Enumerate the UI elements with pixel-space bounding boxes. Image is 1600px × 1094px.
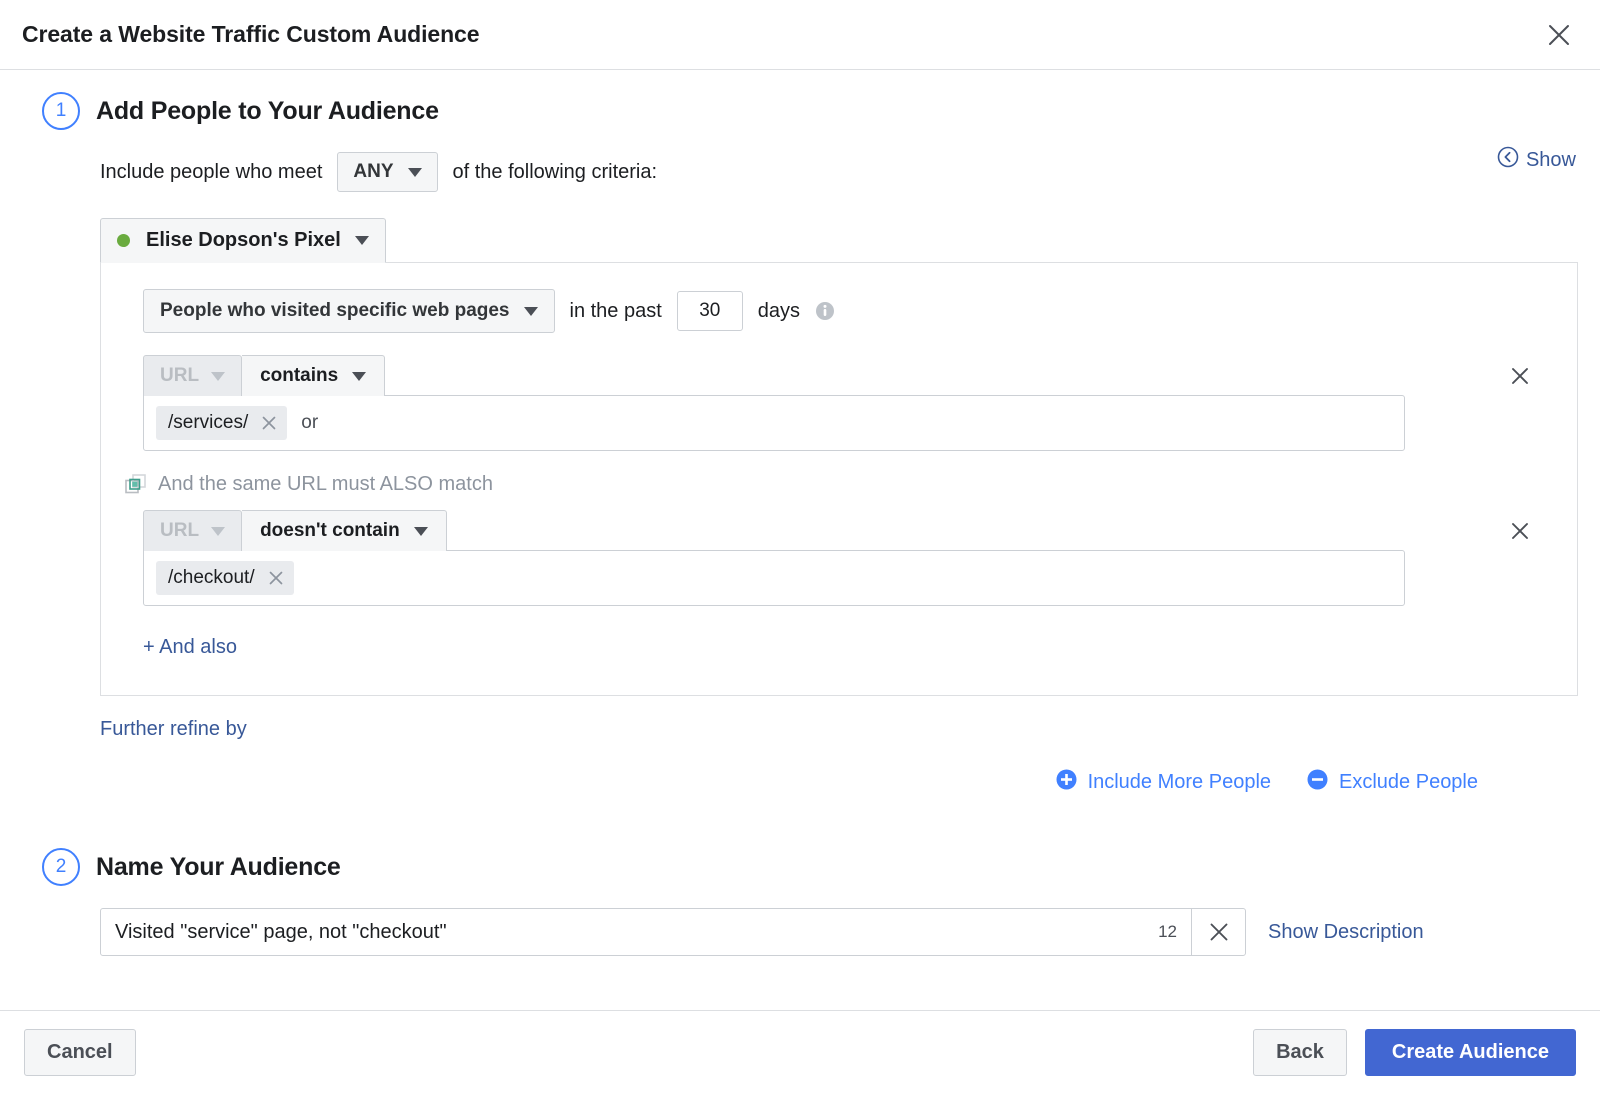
match-criteria-row: Include people who meet ANY of the follo… (100, 152, 1578, 192)
info-icon[interactable] (815, 301, 835, 321)
match-operator-dropdown[interactable]: ANY (337, 152, 437, 192)
filter-2-token-remove-icon[interactable] (268, 570, 284, 586)
filter-1-operator-label: contains (260, 365, 338, 387)
cancel-button[interactable]: Cancel (24, 1029, 136, 1076)
rule-definition-box: People who visited specific web pages in… (100, 262, 1578, 696)
event-type-dropdown[interactable]: People who visited specific web pages (143, 289, 555, 333)
filter-2-field-label: URL (160, 520, 199, 542)
audience-name-input[interactable] (101, 909, 1152, 955)
minus-circle-icon (1307, 769, 1328, 796)
step-2-section: 2 Name Your Audience 12 Show Description (22, 848, 1578, 956)
filter-1-operator-dropdown[interactable]: contains (242, 355, 385, 396)
filter-1-token-remove-icon[interactable] (261, 415, 277, 431)
filter-1-tabs: URL contains (143, 355, 1553, 396)
match-operator-value: ANY (353, 161, 393, 183)
filter-1-remove-icon[interactable] (1505, 361, 1535, 391)
also-match-label: And the same URL must ALSO match (158, 473, 493, 496)
filter-2-tabs: URL doesn't contain (143, 510, 1553, 551)
chevron-down-icon (352, 372, 366, 381)
exclude-people-label: Exclude People (1339, 771, 1478, 794)
page-title: Create a Website Traffic Custom Audience (22, 21, 479, 48)
filter-1-field-label: URL (160, 365, 199, 387)
audience-name-field[interactable]: 12 (100, 908, 1246, 956)
filter-1-token: /services/ (156, 406, 287, 440)
step-1-title: Add People to Your Audience (96, 97, 439, 126)
step-1-number: 1 (42, 92, 80, 130)
further-refine-link[interactable]: Further refine by (100, 718, 247, 741)
plus-circle-icon (1056, 769, 1077, 796)
and-also-button[interactable]: + And also (143, 636, 237, 659)
audience-name-char-count: 12 (1152, 909, 1191, 955)
filter-2-operator-dropdown[interactable]: doesn't contain (242, 510, 447, 551)
pixel-source-name: Elise Dopson's Pixel (146, 229, 341, 252)
pixel-rule-group: Elise Dopson's Pixel People who visited … (100, 218, 1578, 696)
chevron-down-icon (524, 307, 538, 316)
filter-2-token-input[interactable]: /checkout/ (143, 550, 1405, 606)
step-2-title: Name Your Audience (96, 853, 341, 882)
show-toggle-button[interactable]: Show (1497, 146, 1576, 174)
filter-2-remove-icon[interactable] (1505, 516, 1535, 546)
retention-days-label: days (758, 300, 800, 323)
dialog-footer: Cancel Back Create Audience (0, 1010, 1600, 1094)
exclude-people-button[interactable]: Exclude People (1307, 769, 1478, 796)
audience-name-row: 12 Show Description (100, 908, 1578, 956)
filter-2-field-dropdown[interactable]: URL (143, 510, 242, 551)
audience-name-clear-icon[interactable] (1191, 909, 1245, 955)
retention-prefix-label: in the past (570, 300, 662, 323)
dialog-body: Show 1 Add People to Your Audience Inclu… (0, 70, 1600, 1010)
filter-row-1: URL contains (143, 355, 1553, 451)
pixel-source-dropdown[interactable]: Elise Dopson's Pixel (100, 218, 386, 263)
filter-1-field-dropdown[interactable]: URL (143, 355, 242, 396)
chevron-down-icon (408, 168, 422, 177)
create-audience-dialog: Create a Website Traffic Custom Audience… (0, 0, 1600, 1094)
filter-1-token-label: /services/ (168, 412, 248, 434)
create-audience-button[interactable]: Create Audience (1365, 1029, 1576, 1076)
close-icon[interactable] (1542, 18, 1576, 52)
step-1-heading: 1 Add People to Your Audience (42, 92, 1578, 130)
step-2-heading: 2 Name Your Audience (42, 848, 1578, 886)
rule-header-row: People who visited specific web pages in… (143, 289, 1553, 333)
dialog-header: Create a Website Traffic Custom Audience (0, 0, 1600, 70)
footer-primary-actions: Back Create Audience (1253, 1029, 1576, 1076)
include-more-people-label: Include More People (1088, 771, 1271, 794)
pixel-status-dot-icon (117, 234, 130, 247)
retention-days-input[interactable] (677, 291, 743, 331)
chevron-down-icon (355, 236, 369, 245)
step-2-number: 2 (42, 848, 80, 886)
filter-1-token-input[interactable]: /services/ or (143, 395, 1405, 451)
criteria-prefix-label: Include people who meet (100, 161, 322, 184)
filter-row-2: URL doesn't contain (143, 510, 1553, 606)
show-toggle-label: Show (1526, 149, 1576, 172)
event-type-value: People who visited specific web pages (160, 300, 510, 322)
chevron-down-icon (211, 527, 225, 536)
overlapping-squares-icon (125, 474, 147, 496)
circle-chevron-left-icon (1497, 146, 1519, 174)
step-1-content: Include people who meet ANY of the follo… (100, 152, 1578, 796)
people-actions-row: Include More People Exclude People (100, 769, 1578, 796)
filter-2-token-label: /checkout/ (168, 567, 255, 589)
filter-1-or-label: or (301, 412, 318, 434)
also-match-row[interactable]: And the same URL must ALSO match (125, 473, 1553, 496)
chevron-down-icon (211, 372, 225, 381)
criteria-suffix-label: of the following criteria: (453, 161, 658, 184)
include-more-people-button[interactable]: Include More People (1056, 769, 1271, 796)
filter-2-operator-label: doesn't contain (260, 520, 400, 542)
back-button[interactable]: Back (1253, 1029, 1347, 1076)
filter-2-token: /checkout/ (156, 561, 294, 595)
show-description-link[interactable]: Show Description (1268, 921, 1424, 944)
chevron-down-icon (414, 527, 428, 536)
